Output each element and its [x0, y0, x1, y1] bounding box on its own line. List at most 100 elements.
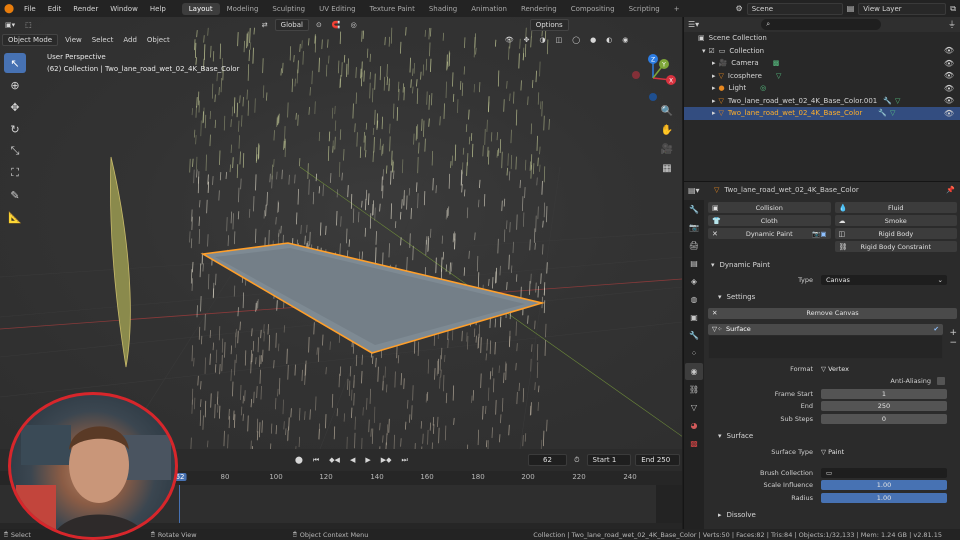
- jump-keyframe-forward-icon[interactable]: ▶◆: [376, 455, 397, 465]
- workspace-tab-scripting[interactable]: Scripting: [622, 3, 667, 15]
- mesh-data-icon[interactable]: ▽: [895, 97, 900, 105]
- select-mode-icon[interactable]: ⬚: [20, 20, 37, 30]
- expand-arrow-icon[interactable]: ▸: [712, 97, 716, 105]
- start-frame-field[interactable]: Start 1: [586, 454, 632, 466]
- sub-steps-field[interactable]: 0: [821, 413, 947, 424]
- light-data-icon[interactable]: ◎: [760, 84, 766, 92]
- eye-icon[interactable]: 👁: [944, 59, 954, 68]
- frame-start-field[interactable]: 1: [821, 388, 947, 399]
- scene-tab-icon[interactable]: ◈: [685, 273, 703, 290]
- measure-tool-icon[interactable]: 📐: [4, 207, 26, 227]
- menu-render[interactable]: Render: [67, 5, 104, 13]
- annotate-tool-icon[interactable]: ✎: [4, 185, 26, 205]
- data-tab-icon[interactable]: ▽: [685, 399, 703, 416]
- transform-orientation-dropdown[interactable]: Global: [274, 18, 309, 31]
- add-surface-icon[interactable]: +: [949, 328, 957, 338]
- workspace-tab-texture-paint[interactable]: Texture Paint: [363, 3, 422, 15]
- outliner-search-input[interactable]: ⌕: [761, 19, 882, 30]
- outliner-row-icosphere[interactable]: ▸ ▽ Icosphere ▽ 👁: [684, 70, 960, 83]
- new-view-layer-icon[interactable]: ⧉: [950, 4, 956, 14]
- type-dropdown[interactable]: Canvas ⌄: [821, 275, 947, 286]
- workspace-tab-sculpting[interactable]: Sculpting: [265, 3, 312, 15]
- viewport-menu-object[interactable]: Object: [142, 35, 175, 45]
- physics-tab-icon[interactable]: ◉: [685, 363, 703, 380]
- properties-editor-icon[interactable]: ▤▾: [688, 186, 700, 195]
- modifier-wrench-icon[interactable]: 🔧: [878, 109, 887, 117]
- add-workspace-icon[interactable]: +: [667, 3, 687, 15]
- shading-rendered-icon[interactable]: ◉: [617, 35, 633, 45]
- dissolve-subpanel-header[interactable]: ▸ Dissolve: [706, 510, 959, 520]
- material-tab-icon[interactable]: ◕: [685, 417, 703, 434]
- expand-arrow-icon[interactable]: ▸: [712, 84, 716, 92]
- eye-icon[interactable]: 👁: [944, 46, 954, 55]
- end-frame-field[interactable]: End 250: [635, 454, 680, 466]
- outliner-row-road-001[interactable]: ▸ ▽ Two_lane_road_wet_02_4K_Base_Color.0…: [684, 95, 960, 108]
- surface-list-item[interactable]: ▽⁘ Surface ✔: [708, 323, 943, 335]
- checkbox-icon[interactable]: ☑: [709, 47, 715, 55]
- modifier-tab-icon[interactable]: 🔧: [685, 327, 703, 344]
- output-tab-icon[interactable]: 🖨: [685, 237, 703, 254]
- workspace-tab-rendering[interactable]: Rendering: [514, 3, 564, 15]
- eye-icon[interactable]: 👁: [944, 96, 954, 105]
- fluid-button[interactable]: 💧 Fluid: [834, 202, 957, 213]
- workspace-tab-shading[interactable]: Shading: [422, 3, 464, 15]
- radius-slider[interactable]: 1.00: [821, 492, 947, 503]
- cloth-button[interactable]: 👕 Cloth: [708, 215, 831, 226]
- outliner-row-road-selected[interactable]: ▸ ▽ Two_lane_road_wet_02_4K_Base_Color 🔧…: [684, 107, 960, 120]
- expand-arrow-icon[interactable]: ▸: [712, 59, 716, 67]
- jump-start-icon[interactable]: ⏮: [308, 455, 324, 466]
- overlays-icon[interactable]: ◑: [534, 35, 550, 45]
- shading-wireframe-icon[interactable]: ◯: [567, 35, 585, 45]
- view-layer-selector[interactable]: View Layer: [858, 2, 947, 15]
- timer-icon[interactable]: ⏱: [569, 455, 584, 466]
- rigid-body-button[interactable]: ◫ Rigid Body: [834, 228, 957, 239]
- visibility-icon[interactable]: 👁: [500, 35, 519, 45]
- collision-button[interactable]: ▣ Collision: [708, 202, 831, 213]
- mesh-data-icon[interactable]: ▽: [776, 72, 781, 80]
- scale-influence-slider[interactable]: 1.00: [821, 480, 947, 491]
- expand-arrow-icon[interactable]: ▸: [712, 109, 716, 117]
- proportional-edit-icon[interactable]: ◎: [346, 20, 362, 30]
- format-dropdown[interactable]: ▽ Vertex: [821, 365, 959, 373]
- viewport-menu-add[interactable]: Add: [118, 35, 142, 45]
- checkmark-icon[interactable]: ✔: [934, 325, 939, 333]
- particles-tab-icon[interactable]: ⁘: [685, 345, 703, 362]
- eye-icon[interactable]: 👁: [944, 84, 954, 93]
- dynamic-paint-panel-header[interactable]: ▾ Dynamic Paint: [706, 258, 959, 272]
- zoom-icon[interactable]: 🔍: [658, 102, 676, 120]
- play-icon[interactable]: ▶: [360, 455, 375, 465]
- workspace-tab-layout[interactable]: Layout: [181, 2, 220, 15]
- view-layer-tab-icon[interactable]: ▤: [685, 255, 703, 272]
- menu-help[interactable]: Help: [144, 5, 172, 13]
- camera-data-icon[interactable]: ▩: [773, 59, 780, 67]
- viewport-menu-select[interactable]: Select: [87, 35, 119, 45]
- menu-edit[interactable]: Edit: [42, 5, 68, 13]
- outliner-editor-icon[interactable]: ☰▾: [688, 20, 699, 29]
- workspace-tab-compositing[interactable]: Compositing: [564, 3, 622, 15]
- mesh-data-icon[interactable]: ▽: [890, 109, 895, 117]
- shading-solid-icon[interactable]: ●: [585, 35, 601, 45]
- record-button-icon[interactable]: ⬤: [290, 455, 308, 465]
- constraints-tab-icon[interactable]: ⛓: [685, 381, 703, 398]
- smoke-button[interactable]: ☁ Smoke: [834, 215, 957, 226]
- select-box-tool-icon[interactable]: ↖: [4, 53, 26, 73]
- outliner-row-scene-collection[interactable]: ▣ Scene Collection: [684, 32, 960, 45]
- rotate-tool-icon[interactable]: ↻: [4, 119, 26, 139]
- pin-icon[interactable]: 📌: [946, 186, 955, 194]
- transform-tool-icon[interactable]: ⛶: [4, 163, 26, 183]
- dynamic-paint-button[interactable]: ✕ Dynamic Paint 📷▣: [708, 228, 831, 239]
- workspace-tab-animation[interactable]: Animation: [464, 3, 514, 15]
- workspace-tab-uv-editing[interactable]: UV Editing: [312, 3, 363, 15]
- jump-keyframe-back-icon[interactable]: ◆◀: [324, 455, 345, 465]
- settings-subpanel-header[interactable]: ▾ Settings: [706, 290, 959, 304]
- tool-tab-icon[interactable]: 🔧: [685, 201, 703, 218]
- viewport-menu-view[interactable]: View: [60, 35, 87, 45]
- move-tool-icon[interactable]: ✥: [4, 97, 26, 117]
- current-frame-field[interactable]: 62: [527, 454, 568, 466]
- navigation-gizmo[interactable]: Z X Y: [628, 53, 678, 103]
- world-tab-icon[interactable]: ◍: [685, 291, 703, 308]
- scene-selector[interactable]: Scene: [746, 2, 843, 15]
- render-tab-icon[interactable]: 📷: [685, 219, 703, 236]
- remove-canvas-button[interactable]: ✕ Remove Canvas: [708, 307, 957, 319]
- outliner-filter-icon[interactable]: ⏚: [948, 19, 956, 30]
